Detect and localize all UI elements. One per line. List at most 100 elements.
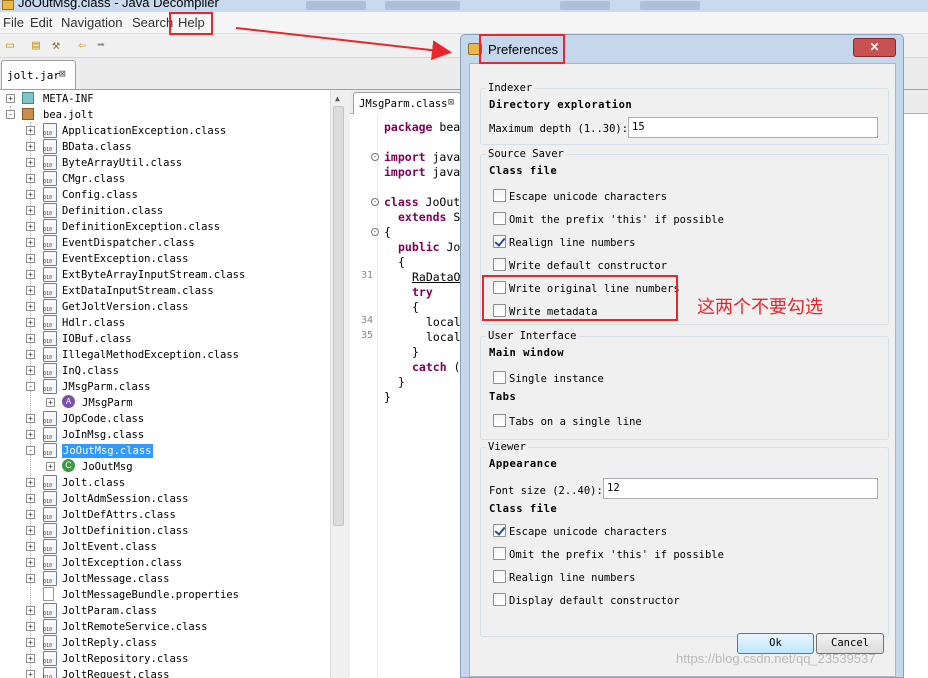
tree-item[interactable]: + JoltException.class: [0, 555, 330, 571]
option-checkbox[interactable]: [493, 570, 506, 583]
option-checkbox[interactable]: [493, 212, 506, 225]
option-checkbox[interactable]: [493, 524, 506, 537]
scroll-up-icon[interactable]: ▲: [335, 94, 340, 103]
tree-item[interactable]: + InQ.class: [0, 363, 330, 379]
expand-icon[interactable]: +: [26, 238, 35, 247]
expand-icon[interactable]: +: [26, 414, 35, 423]
expand-icon[interactable]: +: [26, 254, 35, 263]
tab-jolt-jar[interactable]: jolt.jar ⊠: [1, 60, 76, 89]
tree-item[interactable]: + JoltParam.class: [0, 603, 330, 619]
tree-item[interactable]: + IllegalMethodException.class: [0, 347, 330, 363]
collapse-icon[interactable]: -: [6, 110, 15, 119]
expand-icon[interactable]: +: [26, 558, 35, 567]
expand-icon[interactable]: +: [46, 398, 55, 407]
collapse-icon[interactable]: -: [26, 382, 35, 391]
tree-item[interactable]: + Config.class: [0, 187, 330, 203]
option-checkbox[interactable]: [493, 593, 506, 606]
option-checkbox[interactable]: [493, 258, 506, 271]
expand-icon[interactable]: +: [26, 270, 35, 279]
max-depth-input[interactable]: 15: [628, 117, 878, 138]
expand-icon[interactable]: +: [26, 302, 35, 311]
tree-item[interactable]: + JoltDefinition.class: [0, 523, 330, 539]
close-button[interactable]: ✕: [853, 38, 896, 57]
fold-icon[interactable]: -: [371, 228, 379, 236]
tree-item[interactable]: + GetJoltVersion.class: [0, 299, 330, 315]
expand-icon[interactable]: +: [26, 526, 35, 535]
expand-icon[interactable]: +: [26, 174, 35, 183]
menu-file[interactable]: File: [3, 15, 24, 30]
tree-item[interactable]: + JoltReply.class: [0, 635, 330, 651]
tree-item[interactable]: + JoltDefAttrs.class: [0, 507, 330, 523]
expand-icon[interactable]: +: [26, 366, 35, 375]
tree-item[interactable]: + Jolt.class: [0, 475, 330, 491]
expand-icon[interactable]: +: [26, 334, 35, 343]
tree-item[interactable]: + JoltRepository.class: [0, 651, 330, 667]
font-size-input[interactable]: 12: [603, 478, 878, 499]
tree-item[interactable]: + JoltRequest.class: [0, 667, 330, 678]
single-instance-checkbox[interactable]: [493, 371, 506, 384]
tree-item[interactable]: + DefinitionException.class: [0, 219, 330, 235]
expand-icon[interactable]: +: [46, 462, 55, 471]
tree-item[interactable]: + ExtDataInputStream.class: [0, 283, 330, 299]
expand-icon[interactable]: +: [26, 126, 35, 135]
scrollbar-thumb[interactable]: [333, 106, 344, 526]
tree-item[interactable]: + IOBuf.class: [0, 331, 330, 347]
expand-icon[interactable]: +: [26, 430, 35, 439]
expand-icon[interactable]: +: [26, 622, 35, 631]
hammer-icon[interactable]: ⚒: [48, 38, 64, 54]
back-arrow-icon[interactable]: ⇦: [74, 38, 90, 54]
expand-icon[interactable]: +: [26, 142, 35, 151]
expand-icon[interactable]: +: [26, 542, 35, 551]
tree-item[interactable]: + Hdlr.class: [0, 315, 330, 331]
tree-item[interactable]: + Definition.class: [0, 203, 330, 219]
forward-arrow-icon[interactable]: ➡: [93, 38, 109, 54]
close-tab-icon[interactable]: ⊠: [448, 97, 454, 108]
collapse-icon[interactable]: -: [26, 446, 35, 455]
tree-item[interactable]: + JoltAdmSession.class: [0, 491, 330, 507]
expand-icon[interactable]: +: [26, 318, 35, 327]
menu-navigation[interactable]: Navigation: [61, 15, 122, 30]
expand-icon[interactable]: +: [6, 94, 15, 103]
expand-icon[interactable]: +: [26, 510, 35, 519]
tree-item[interactable]: + ExtByteArrayInputStream.class: [0, 267, 330, 283]
expand-icon[interactable]: +: [26, 574, 35, 583]
tree-item[interactable]: + ApplicationException.class: [0, 123, 330, 139]
fold-icon[interactable]: -: [371, 153, 379, 161]
tree-item[interactable]: + BData.class: [0, 139, 330, 155]
open-file-icon[interactable]: ▤: [28, 38, 44, 54]
expand-icon[interactable]: +: [26, 670, 35, 678]
tree-scrollbar[interactable]: ▲: [330, 90, 346, 678]
expand-icon[interactable]: +: [26, 190, 35, 199]
expand-icon[interactable]: +: [26, 222, 35, 231]
menu-edit[interactable]: Edit: [30, 15, 52, 30]
tabs-single-line-checkbox[interactable]: [493, 414, 506, 427]
tree-item[interactable]: + A JMsgParm: [0, 395, 330, 411]
tree-item[interactable]: JoltMessageBundle.properties: [0, 587, 330, 603]
expand-icon[interactable]: +: [26, 478, 35, 487]
tree-item[interactable]: + JoltRemoteService.class: [0, 619, 330, 635]
open-folder-icon[interactable]: ▭: [2, 38, 18, 54]
menu-search[interactable]: Search: [132, 15, 173, 30]
expand-icon[interactable]: +: [26, 606, 35, 615]
option-checkbox[interactable]: [493, 235, 506, 248]
expand-icon[interactable]: +: [26, 350, 35, 359]
expand-icon[interactable]: +: [26, 158, 35, 167]
tree-item[interactable]: + C JoOutMsg: [0, 459, 330, 475]
tree-item[interactable]: + JoltEvent.class: [0, 539, 330, 555]
tree-item[interactable]: - bea.jolt: [0, 107, 330, 123]
option-checkbox[interactable]: [493, 189, 506, 202]
tree-item[interactable]: - JoOutMsg.class: [0, 443, 330, 459]
tree-item[interactable]: + META-INF: [0, 91, 330, 107]
tab-jmsgparm-class[interactable]: JMsgParm.class ⊠: [353, 92, 461, 114]
expand-icon[interactable]: +: [26, 654, 35, 663]
tree-item[interactable]: + JOpCode.class: [0, 411, 330, 427]
close-tab-icon[interactable]: ⊠: [59, 67, 66, 80]
tree-item[interactable]: + EventException.class: [0, 251, 330, 267]
expand-icon[interactable]: +: [26, 286, 35, 295]
tree-item[interactable]: + CMgr.class: [0, 171, 330, 187]
tree-item[interactable]: + JoInMsg.class: [0, 427, 330, 443]
tree-item[interactable]: + ByteArrayUtil.class: [0, 155, 330, 171]
tree-item[interactable]: + EventDispatcher.class: [0, 235, 330, 251]
option-checkbox[interactable]: [493, 547, 506, 560]
fold-icon[interactable]: -: [371, 198, 379, 206]
